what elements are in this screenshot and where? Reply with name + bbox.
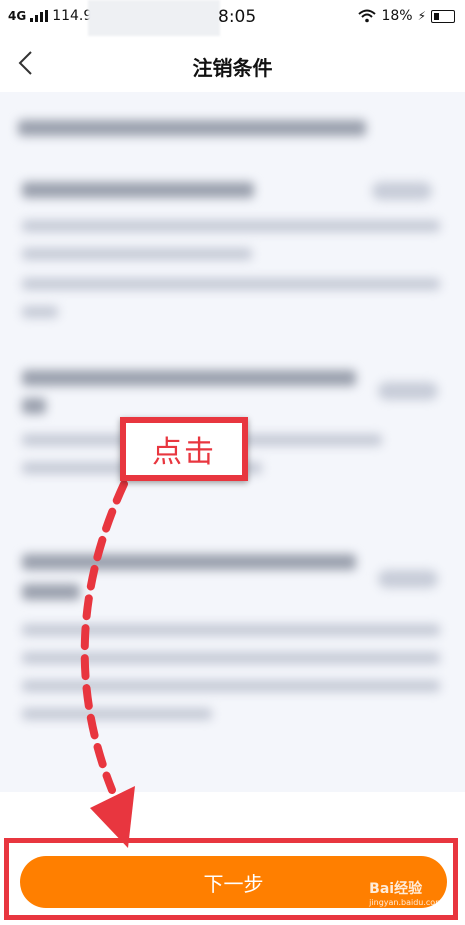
page-title: 注销条件 xyxy=(192,56,273,80)
status-left: 4G 114.9 xyxy=(8,8,92,24)
network-type: 4G xyxy=(8,9,27,23)
redacted-area xyxy=(88,0,220,36)
click-callout: 点击 xyxy=(120,417,248,481)
wifi-icon xyxy=(358,9,377,23)
signal-icon xyxy=(30,10,49,22)
battery-percent: 18% xyxy=(381,8,413,24)
status-right: 18% ⚡ xyxy=(358,8,455,24)
highlight-box xyxy=(4,838,458,920)
nav-bar: 注销条件 xyxy=(0,36,465,92)
carrier-label: 114.9 xyxy=(52,8,93,24)
battery-icon xyxy=(431,9,455,23)
callout-text: 点击 xyxy=(152,435,216,470)
charging-icon: ⚡ xyxy=(417,9,426,23)
status-time: 8:05 xyxy=(218,7,257,27)
status-bar: 4G 114.9 8:05 18% ⚡ xyxy=(0,0,465,36)
